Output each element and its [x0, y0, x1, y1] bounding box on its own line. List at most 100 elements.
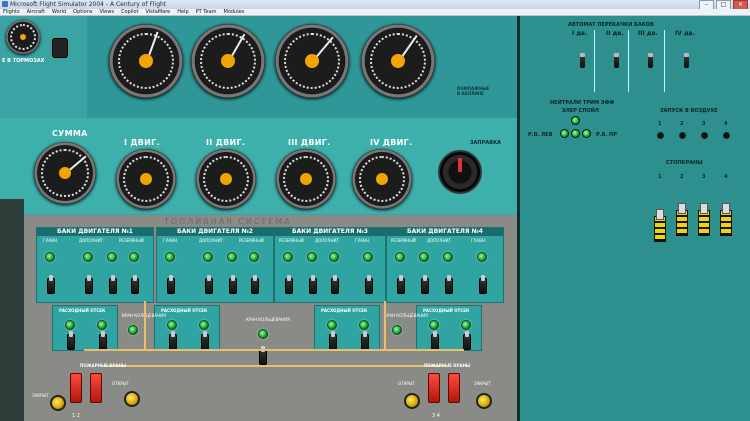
- close-label: ЗАКРЫТ: [32, 393, 49, 398]
- air-start-title: ЗАПУСК В ВОЗДУХЕ: [660, 108, 718, 114]
- brake-area: Е В ТОРМОЗАХ: [0, 16, 87, 118]
- air-start-button-2[interactable]: [679, 132, 686, 139]
- divider: [664, 30, 665, 92]
- menu-world[interactable]: World: [52, 9, 66, 15]
- menu-flights[interactable]: Flights: [3, 9, 20, 15]
- brake-knob[interactable]: [52, 38, 68, 58]
- tank-pump-switch[interactable]: [479, 275, 487, 294]
- menu-modules[interactable]: Modules: [224, 9, 245, 15]
- fill-selector-knob[interactable]: [438, 150, 482, 194]
- stop-valve-lever-4[interactable]: [720, 203, 732, 236]
- tank-lamp: [477, 252, 487, 262]
- main-label: ГЛАВН.: [471, 238, 487, 243]
- menu-vistamare[interactable]: VistaMare: [145, 9, 170, 15]
- ring-valve-lamp: [392, 325, 402, 335]
- tank-pump-switch[interactable]: [397, 275, 405, 294]
- sump-lamp: [97, 320, 107, 330]
- air-start-button-4[interactable]: [723, 132, 730, 139]
- tank-pump-switch[interactable]: [365, 275, 373, 294]
- ring-valve-label: КРАН КОЛЬЦЕВАНИЯ: [384, 313, 428, 318]
- tank-pump-switch[interactable]: [109, 275, 117, 294]
- tank-pump-switch[interactable]: [251, 275, 259, 294]
- tank-pump-switch[interactable]: [331, 275, 339, 294]
- stop-num-3: 3: [702, 174, 706, 180]
- tank-lamp: [419, 252, 429, 262]
- menu-pt-team[interactable]: PT Team: [196, 9, 217, 15]
- tank-pump-switch[interactable]: [85, 275, 93, 294]
- menu-help[interactable]: Help: [177, 9, 188, 15]
- ring-valve-lamp: [258, 329, 268, 339]
- air-start-button-1[interactable]: [657, 132, 664, 139]
- sump-switch[interactable]: [463, 331, 471, 350]
- fire-open-button-right[interactable]: [404, 393, 420, 409]
- tank-pump-switch[interactable]: [309, 275, 317, 294]
- sump-switch[interactable]: [169, 331, 177, 350]
- engine-3-fuel-gauge: [276, 149, 336, 209]
- menu-views[interactable]: Views: [99, 9, 113, 15]
- tank-lamp: [203, 252, 213, 262]
- sump-lamp: [429, 320, 439, 330]
- rv-right-lamp: [582, 129, 591, 138]
- air-start-num-4: 4: [724, 121, 728, 127]
- open-label: ОТКРЫТ: [398, 381, 415, 386]
- sump-switch[interactable]: [361, 331, 369, 350]
- sump-switch[interactable]: [67, 331, 75, 350]
- transfer-switch-2[interactable]: [614, 53, 619, 68]
- fill-label: ЗАПРАВКА: [470, 140, 501, 146]
- ring-valve-switch[interactable]: [259, 346, 267, 365]
- fuel-pipe: [384, 301, 386, 349]
- main-label: ГЛАВН.: [43, 238, 59, 243]
- warning-label: ПОМПАЖНЫЕ В КАЛЛИНЕ: [457, 86, 490, 96]
- transfer-switch-3[interactable]: [648, 53, 653, 68]
- tank-pump-switch[interactable]: [47, 275, 55, 294]
- menu-copilot[interactable]: Copilot: [121, 9, 139, 15]
- tank-lamp: [395, 252, 405, 262]
- transfer-switch-4[interactable]: [684, 53, 689, 68]
- fire-valve-lever-2[interactable]: [90, 373, 102, 403]
- reserve-label: РЕЗЕРВНЫЙ: [391, 238, 416, 243]
- tank-pump-switch[interactable]: [445, 275, 453, 294]
- tank-pump-switch[interactable]: [421, 275, 429, 294]
- aux-label: ДОПОЛНИТ.: [427, 238, 453, 243]
- tank-pump-switch[interactable]: [229, 275, 237, 294]
- transfer-switch-1[interactable]: [580, 53, 585, 68]
- window-title: Microsoft Flight Simulator 2004 - A Cent…: [10, 1, 167, 8]
- sump-switch[interactable]: [201, 331, 209, 350]
- engine-4-label: IV ДВИГ.: [370, 138, 413, 147]
- stop-valve-lever-3[interactable]: [698, 203, 710, 236]
- fire-valve-lever-4[interactable]: [448, 373, 460, 403]
- stop-num-4: 4: [724, 174, 728, 180]
- sump-switch[interactable]: [431, 331, 439, 350]
- valve-numbers-left: 1 2: [72, 413, 80, 419]
- air-start-button-3[interactable]: [701, 132, 708, 139]
- engine-3-tanks: БАКИ ДВИГАТЕЛЯ №3 РЕЗЕРВНЫЙ ДОПОЛНИТ. ГЛ…: [274, 227, 386, 303]
- fire-close-button-left[interactable]: [50, 395, 66, 411]
- brake-pressure-gauge: [6, 20, 40, 54]
- menu-options[interactable]: Options: [73, 9, 92, 15]
- engine-1-tanks: БАКИ ДВИГАТЕЛЯ №1 ГЛАВН. ДОПОЛНИТ. РЕЗЕР…: [36, 227, 154, 303]
- sump-switch[interactable]: [329, 331, 337, 350]
- spoiler-label: ЭЛЕР СПОЙЛ: [562, 108, 600, 114]
- open-label: ОТКРЫТ: [112, 381, 129, 386]
- stop-valve-lever-2[interactable]: [676, 203, 688, 236]
- tank-pump-switch[interactable]: [205, 275, 213, 294]
- sump-switch[interactable]: [99, 331, 107, 350]
- rv-left-label: Р.В. ЛЕВ: [528, 132, 553, 138]
- fire-valve-lever-1[interactable]: [70, 373, 82, 403]
- tank-pump-switch[interactable]: [131, 275, 139, 294]
- total-label: СУММА: [52, 129, 88, 138]
- sump-lamp: [65, 320, 75, 330]
- trim-center-lamp: [571, 129, 580, 138]
- fire-valve-lever-3[interactable]: [428, 373, 440, 403]
- menu-aircraft[interactable]: Aircraft: [27, 9, 45, 15]
- tank-pump-switch[interactable]: [285, 275, 293, 294]
- tank-pump-switch[interactable]: [167, 275, 175, 294]
- main-label: ГЛАВН.: [355, 238, 371, 243]
- engine-4-gauge-top: [361, 24, 435, 98]
- reserve-label: РЕЗЕРВНЫЙ: [279, 238, 304, 243]
- fire-open-button-left[interactable]: [124, 391, 140, 407]
- aux-label: ДОПОЛНИТ.: [315, 238, 341, 243]
- stop-valve-lever-1[interactable]: [654, 209, 666, 242]
- tank-lamp: [165, 252, 175, 262]
- fire-close-button-right[interactable]: [476, 393, 492, 409]
